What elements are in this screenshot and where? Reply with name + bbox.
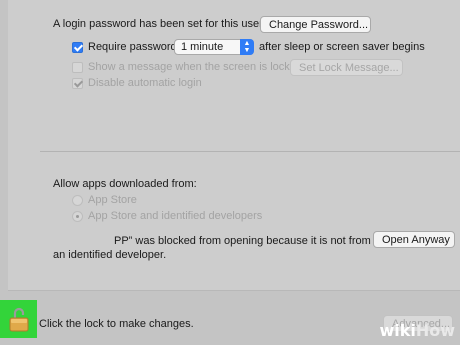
show-message-checkbox[interactable] (72, 62, 83, 73)
disable-auto-login-label: Disable automatic login (88, 77, 202, 89)
lock-highlight[interactable] (0, 300, 37, 338)
set-lock-message-button[interactable]: Set Lock Message... (290, 59, 403, 76)
radio-identified-developers-label: App Store and identified developers (88, 210, 263, 222)
wikihow-watermark: wikiHow (379, 321, 455, 340)
require-password-suffix: after sleep or screen saver begins (259, 41, 425, 53)
disable-auto-login-checkbox[interactable] (72, 78, 83, 89)
open-anyway-button[interactable]: Open Anyway (373, 231, 455, 248)
show-message-label: Show a message when the screen is locked (88, 61, 303, 73)
allow-apps-heading: Allow apps downloaded from: (53, 178, 197, 190)
watermark-wiki: wiki (379, 321, 416, 340)
radio-app-store-label: App Store (88, 194, 137, 206)
chevron-updown-icon: ▲ ▼ (240, 39, 254, 55)
require-password-checkbox[interactable] (72, 42, 83, 53)
padlock-open-icon (9, 307, 29, 332)
password-delay-value: 1 minute (181, 41, 224, 53)
require-password-label: Require password (88, 41, 177, 53)
change-password-button[interactable]: Change Password... (260, 16, 371, 33)
blocked-message-line1: PP” was blocked from opening because it … (114, 235, 371, 247)
lock-instruction-text: Click the lock to make changes. (39, 318, 194, 330)
section-divider (40, 151, 460, 152)
radio-identified-developers[interactable] (72, 211, 83, 222)
password-status-text: A login password has been set for this u… (53, 18, 263, 30)
blocked-message-line2: an identified developer. (53, 249, 167, 261)
watermark-how: How (415, 321, 455, 340)
radio-app-store[interactable] (72, 195, 83, 206)
password-delay-select[interactable]: 1 minute ▲ ▼ (174, 39, 254, 55)
